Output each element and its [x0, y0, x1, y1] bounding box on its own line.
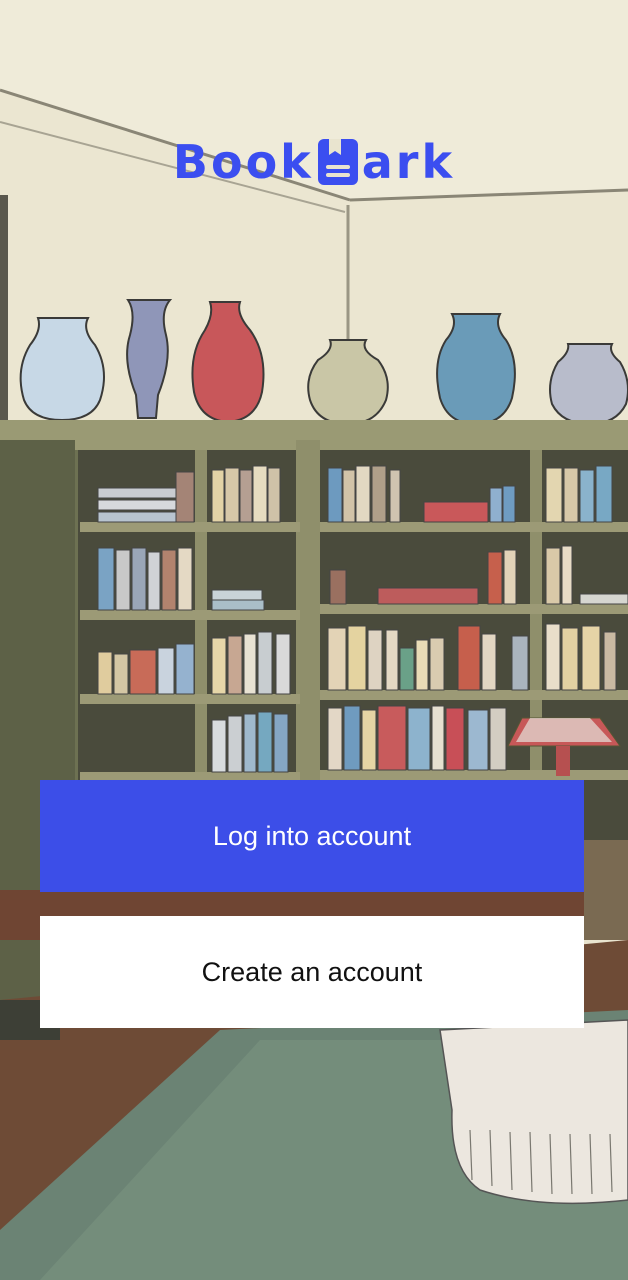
bookmark-icon [317, 139, 358, 185]
create-account-button[interactable]: Create an account [40, 916, 584, 1028]
log-into-account-button[interactable]: Log into account [40, 780, 584, 892]
library-background-illustration [0, 0, 628, 1280]
create-button-label: Create an account [201, 956, 423, 987]
logo-text-left: Book [172, 135, 314, 189]
login-button-label: Log into account [212, 820, 412, 851]
logo-text-right: ark [361, 135, 456, 189]
bookmark-logo: Book ark [0, 132, 628, 192]
